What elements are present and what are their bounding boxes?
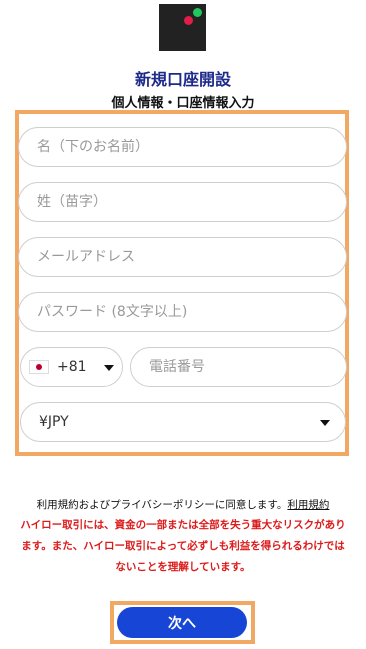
first-name-field[interactable] xyxy=(18,127,347,167)
terms-agreement: 利用規約およびプライバシーポリシーに同意します。利用規約 xyxy=(6,495,360,516)
currency-value: ¥JPY xyxy=(39,414,69,430)
country-code-value: +81 xyxy=(57,359,87,375)
password-field[interactable] xyxy=(18,292,347,332)
email-field[interactable] xyxy=(18,237,347,277)
next-button[interactable]: 次へ xyxy=(117,607,247,638)
password-input[interactable] xyxy=(19,304,346,320)
phone-input[interactable] xyxy=(131,359,346,375)
chevron-down-icon xyxy=(104,365,114,371)
currency-select[interactable]: ¥JPY xyxy=(20,402,346,442)
terms-text: 利用規約およびプライバシーポリシーに同意します。 xyxy=(36,499,288,511)
page-title: 新規口座開設 xyxy=(134,70,231,89)
last-name-field[interactable] xyxy=(18,182,347,222)
terms-link[interactable]: 利用規約 xyxy=(287,499,329,511)
app-logo-icon xyxy=(159,4,206,51)
logo-red-dot xyxy=(184,16,193,25)
first-name-input[interactable] xyxy=(19,139,346,155)
last-name-input[interactable] xyxy=(19,194,346,210)
japan-flag-icon xyxy=(29,360,49,374)
country-code-select[interactable]: +81 xyxy=(20,347,123,387)
chevron-down-icon xyxy=(320,420,330,426)
email-input[interactable] xyxy=(19,249,346,265)
risk-warning: ハイロー取引には、資金の一部または全部を失う重大なリスクがあります。また、ハイロ… xyxy=(20,519,346,573)
page-subtitle: 個人情報・口座情報入力 xyxy=(111,96,255,111)
logo-green-dot xyxy=(193,8,202,17)
phone-field[interactable] xyxy=(130,347,347,387)
